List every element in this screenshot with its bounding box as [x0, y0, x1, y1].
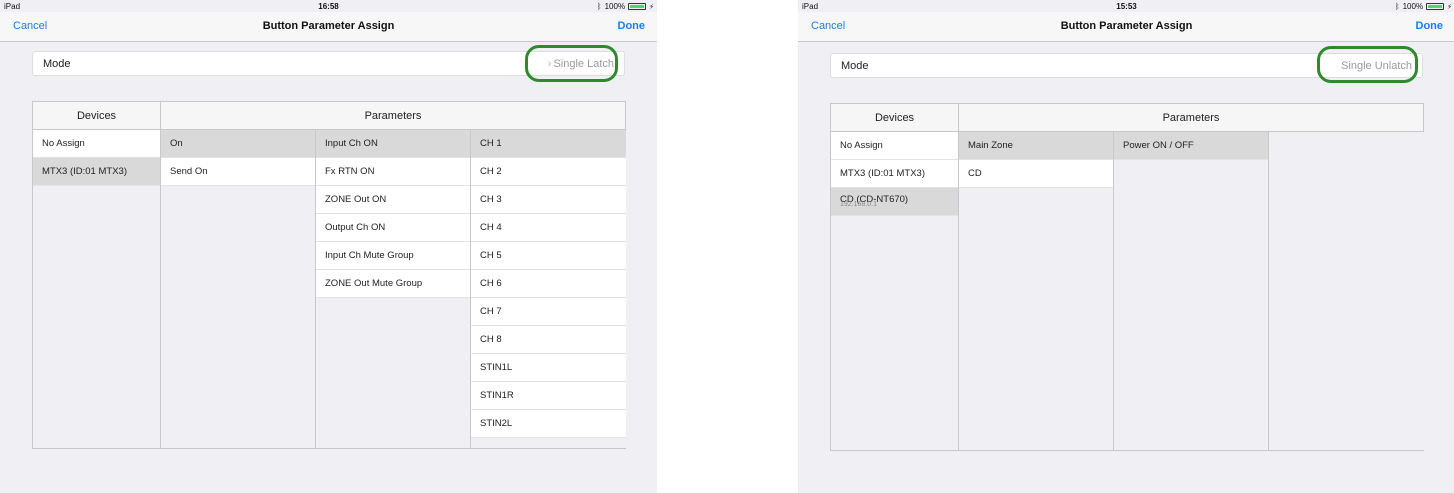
parameters-header: Parameters: [161, 102, 625, 130]
list-item-label: CH 1: [480, 138, 502, 149]
list-item-label: Send On: [170, 166, 208, 177]
battery-icon: [628, 3, 647, 10]
list-item[interactable]: CD (CD-NT670) 192.168.0.1: [831, 188, 958, 216]
parameters-header: Parameters: [959, 104, 1423, 132]
list-item[interactable]: Fx RTN ON: [316, 158, 470, 186]
list-item-label: Main Zone: [968, 140, 1013, 151]
devices-header: Devices: [33, 102, 161, 130]
status-bar: iPad 15:53 ᛒ 100% ⚡: [798, 0, 1454, 12]
done-button[interactable]: Done: [618, 20, 646, 32]
parameter-column-1: Main Zone CD: [959, 132, 1114, 450]
list-item-label: STIN1L: [480, 362, 513, 373]
list-item[interactable]: CD: [959, 160, 1113, 188]
list-item-label: STIN1R: [480, 390, 514, 401]
charging-icon: ⚡: [1447, 3, 1452, 11]
list-item-label: Input Ch Mute Group: [325, 250, 414, 261]
list-item[interactable]: STIN1R: [471, 382, 626, 410]
mode-row[interactable]: Mode Single Unlatch: [830, 53, 1423, 78]
devices-column: No Assign MTX3 (ID:01 MTX3) CD (CD-NT670) 1…: [831, 132, 959, 450]
list-item[interactable]: No Assign: [831, 132, 958, 160]
list-item-label: CH 5: [480, 250, 502, 261]
list-item[interactable]: ZONE Out ON: [316, 186, 470, 214]
list-item-label: CH 6: [480, 278, 502, 289]
list-item[interactable]: ZONE Out Mute Group: [316, 270, 470, 298]
screen-single-unlatch: iPad 15:53 ᛒ 100% ⚡ Cancel Button Parame…: [798, 0, 1454, 493]
navigation-bar: Cancel Button Parameter Assign Done: [0, 12, 657, 42]
list-item-label: MTX3 (ID:01 MTX3): [42, 166, 127, 177]
parameter-column-2: Power ON / OFF: [1114, 132, 1269, 450]
list-item[interactable]: CH 3: [471, 186, 626, 214]
list-item[interactable]: No Assign: [33, 130, 160, 158]
screen-single-latch: iPad 16:58 ᛒ 100% ⚡ Cancel Button Parame…: [0, 0, 657, 493]
mode-label: Mode: [841, 60, 869, 72]
list-item[interactable]: Input Ch Mute Group: [316, 242, 470, 270]
list-item[interactable]: On: [161, 130, 315, 158]
parameter-column-2: Input Ch ON Fx RTN ON ZONE Out ON Output Ch…: [316, 130, 471, 448]
bluetooth-icon: ᛒ: [596, 2, 602, 11]
mode-value-text: Single Latch: [553, 58, 614, 70]
devices-column: No Assign MTX3 (ID:01 MTX3): [33, 130, 161, 448]
status-right: ᛒ 100% ⚡: [1395, 2, 1452, 11]
mode-value[interactable]: Single Unlatch: [1341, 60, 1412, 72]
list-item[interactable]: CH 1: [471, 130, 626, 158]
list-item[interactable]: Input Ch ON: [316, 130, 470, 158]
list-item[interactable]: CH 6: [471, 270, 626, 298]
chevron-left-icon: ›: [547, 58, 552, 70]
mode-label: Mode: [43, 58, 71, 70]
parameter-table: Devices Parameters No Assign MTX3 (ID:01 …: [830, 103, 1424, 451]
list-item-label: CH 3: [480, 194, 502, 205]
list-item-label: ZONE Out ON: [325, 194, 387, 205]
list-item[interactable]: Power ON / OFF: [1114, 132, 1268, 160]
list-item[interactable]: Main Zone: [959, 132, 1113, 160]
devices-header: Devices: [831, 104, 959, 132]
list-item-label: STIN2L: [480, 418, 513, 429]
list-item[interactable]: CH 8: [471, 326, 626, 354]
list-item[interactable]: STIN1L: [471, 354, 626, 382]
page-title: Button Parameter Assign: [1060, 20, 1193, 32]
list-item[interactable]: Send On: [161, 158, 315, 186]
list-item[interactable]: Output Ch ON: [316, 214, 470, 242]
parameter-table: Devices Parameters No Assign MTX3 (ID:01 …: [32, 101, 626, 449]
list-item-label: CD: [968, 168, 982, 179]
mode-row[interactable]: Mode › Single Latch: [32, 51, 625, 76]
list-item-label: CH 2: [480, 166, 502, 177]
parameter-column-3: [1269, 132, 1424, 450]
status-bar: iPad 16:58 ᛒ 100% ⚡: [0, 0, 657, 12]
list-item-label: Fx RTN ON: [325, 166, 375, 177]
list-item-label: CH 4: [480, 222, 502, 233]
battery-percent: 100%: [1402, 2, 1424, 11]
battery-percent: 100%: [604, 2, 626, 11]
battery-icon: [1426, 3, 1445, 10]
mode-value[interactable]: › Single Latch: [548, 58, 614, 70]
list-item[interactable]: CH 2: [471, 158, 626, 186]
done-button[interactable]: Done: [1416, 20, 1444, 32]
bluetooth-icon: ᛒ: [1394, 2, 1400, 11]
list-item[interactable]: CH 7: [471, 298, 626, 326]
mode-value-text: Single Unlatch: [1341, 60, 1412, 72]
navigation-bar: Cancel Button Parameter Assign Done: [798, 12, 1454, 42]
status-time: 16:58: [318, 2, 339, 11]
list-item[interactable]: CH 5: [471, 242, 626, 270]
list-item-label: No Assign: [42, 138, 85, 149]
list-item[interactable]: STIN2L: [471, 410, 626, 438]
parameter-column-1: On Send On: [161, 130, 316, 448]
list-item-label: On: [170, 138, 183, 149]
list-item[interactable]: MTX3 (ID:01 MTX3): [831, 160, 958, 188]
list-item-label: No Assign: [840, 140, 883, 151]
list-item-label: ZONE Out Mute Group: [325, 278, 423, 289]
list-item-label: MTX3 (ID:01 MTX3): [840, 168, 925, 179]
list-item[interactable]: CH 4: [471, 214, 626, 242]
list-item-label: Input Ch ON: [325, 138, 378, 149]
list-item[interactable]: MTX3 (ID:01 MTX3): [33, 158, 160, 186]
list-item-label: Power ON / OFF: [1123, 140, 1194, 151]
parameter-column-3: CH 1 CH 2 CH 3 CH 4 CH 5 CH 6 CH 7 CH 8 STIN1L ST…: [471, 130, 626, 448]
status-time: 15:53: [1116, 2, 1137, 11]
list-item-label: CH 8: [480, 334, 502, 345]
charging-icon: ⚡: [649, 3, 654, 11]
list-item-label: CH 7: [480, 306, 502, 317]
list-item-label: Output Ch ON: [325, 222, 386, 233]
page-title: Button Parameter Assign: [262, 20, 395, 32]
status-right: ᛒ 100% ⚡: [597, 2, 654, 11]
